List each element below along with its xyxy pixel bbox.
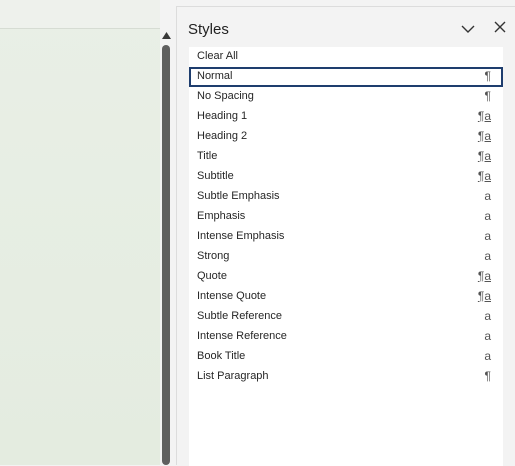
style-heading-1[interactable]: Heading 1 ¶a [189,107,503,127]
styles-list: Clear All Normal ¶ No Spacing ¶ Heading … [189,47,503,466]
vertical-scrollbar[interactable] [160,30,172,465]
style-subtle-emphasis[interactable]: Subtle Emphasis a [189,187,503,207]
paragraph-style-icon: ¶ [484,69,491,83]
paragraph-style-icon: ¶ [484,89,491,103]
character-style-icon: a [484,349,491,363]
character-style-icon: a [484,229,491,243]
style-label: Subtle Emphasis [197,190,280,202]
styles-pane: Styles Clear All Normal ¶ No Spacing ¶ H… [176,6,515,466]
linked-style-icon: ¶a [477,129,491,143]
style-label: Normal [197,70,233,82]
linked-style-icon: ¶a [477,149,491,163]
style-no-spacing[interactable]: No Spacing ¶ [189,87,503,107]
style-label: Heading 2 [197,130,248,142]
pane-title: Styles [188,21,229,38]
style-label: Book Title [197,350,246,362]
style-label: Strong [197,250,230,262]
style-heading-2[interactable]: Heading 2 ¶a [189,127,503,147]
style-intense-emphasis[interactable]: Intense Emphasis a [189,227,503,247]
style-label: Subtle Reference [197,310,282,322]
style-intense-reference[interactable]: Intense Reference a [189,327,503,347]
style-label: Clear All [197,50,238,62]
character-style-icon: a [484,189,491,203]
close-icon [494,20,506,38]
style-book-title[interactable]: Book Title a [189,347,503,367]
style-emphasis[interactable]: Emphasis a [189,207,503,227]
style-list-paragraph[interactable]: List Paragraph ¶ [189,367,503,387]
scroll-up-arrow-icon[interactable] [161,30,171,40]
style-label: Subtitle [197,170,234,182]
style-intense-quote[interactable]: Intense Quote ¶a [189,287,503,307]
style-subtitle[interactable]: Subtitle ¶a [189,167,503,187]
pane-options-button[interactable] [458,19,478,39]
style-title[interactable]: Title ¶a [189,147,503,167]
paragraph-style-icon: ¶ [484,369,491,383]
style-label: No Spacing [197,90,254,102]
style-quote[interactable]: Quote ¶a [189,267,503,287]
style-label: Intense Quote [197,290,267,302]
style-label: List Paragraph [197,370,269,382]
style-label: Title [197,150,218,162]
style-label: Intense Reference [197,330,287,342]
chevron-down-icon [461,20,475,38]
document-ruler-area [0,0,160,29]
close-pane-button[interactable] [490,19,510,39]
linked-style-icon: ¶a [477,169,491,183]
style-normal[interactable]: Normal ¶ [189,67,503,87]
document-canvas[interactable] [0,0,160,465]
style-label: Emphasis [197,210,246,222]
style-strong[interactable]: Strong a [189,247,503,267]
style-label: Quote [197,270,227,282]
character-style-icon: a [484,249,491,263]
style-clear-all[interactable]: Clear All [189,47,503,67]
linked-style-icon: ¶a [477,289,491,303]
style-label: Intense Emphasis [197,230,285,242]
character-style-icon: a [484,209,491,223]
style-subtle-reference[interactable]: Subtle Reference a [189,307,503,327]
linked-style-icon: ¶a [477,269,491,283]
linked-style-icon: ¶a [477,109,491,123]
character-style-icon: a [484,329,491,343]
style-label: Heading 1 [197,110,248,122]
scrollbar-thumb[interactable] [162,45,170,465]
character-style-icon: a [484,309,491,323]
